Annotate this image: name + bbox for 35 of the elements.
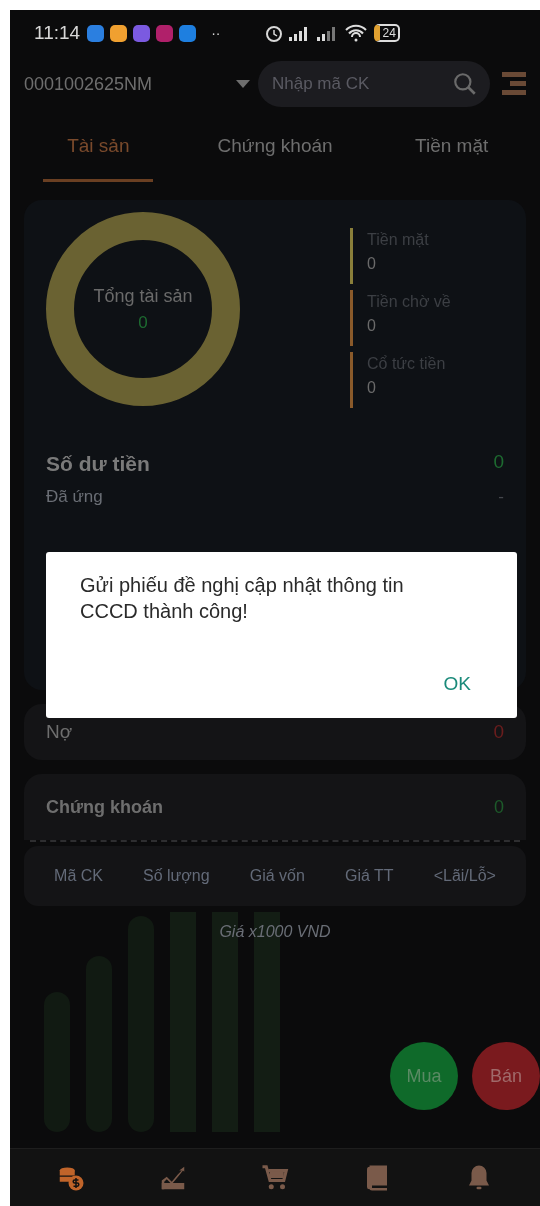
- wifi-icon: [344, 24, 369, 42]
- total-assets-value: 0: [138, 311, 148, 334]
- alarm-icon: [264, 23, 285, 43]
- securities-label: Chứng khoán: [46, 795, 164, 819]
- ok-button[interactable]: OK: [431, 665, 483, 702]
- search-icon[interactable]: [452, 71, 478, 97]
- more-notifications: ··: [211, 23, 221, 43]
- battery-indicator: 24: [374, 24, 400, 42]
- tab[interactable]: Tài sản: [10, 126, 187, 190]
- legend-value: 0: [367, 378, 377, 398]
- tab[interactable]: Chứng khoán: [186, 126, 364, 190]
- column-header: Giá TT: [344, 866, 394, 886]
- balance-value: 0: [493, 450, 504, 474]
- debt-value: 0: [493, 719, 504, 744]
- column-header: Mã CK: [54, 866, 103, 886]
- advance-value: -: [498, 485, 504, 508]
- column-header: <Lãi/Lỗ>: [433, 865, 496, 886]
- caret-icon[interactable]: [236, 80, 250, 88]
- debt-label: Nợ: [46, 719, 73, 744]
- search-field[interactable]: Nhập mã CK: [258, 61, 490, 107]
- advance-label: Đã ứng: [46, 485, 103, 508]
- sell-button[interactable]: Bán: [472, 1042, 540, 1110]
- menu-icon[interactable]: [502, 70, 526, 98]
- legend-value: 0: [367, 316, 377, 336]
- securities-value: 0: [494, 795, 504, 819]
- legend-value: 0: [367, 254, 377, 274]
- column-header: Số lượng: [143, 866, 210, 886]
- balance-label: Số dư tiền: [46, 451, 150, 477]
- tab[interactable]: Tiền mặt: [363, 126, 540, 190]
- column-header: Giá vốn: [249, 866, 305, 886]
- status-time: 11:14: [34, 20, 81, 45]
- dialog-message: Gửi phiếu đề nghị cập nhật thông tin CCCD thành công!: [80, 573, 405, 624]
- account-number[interactable]: 0001002625NM: [24, 70, 236, 98]
- price-unit-note: Giá x1000 VND: [219, 922, 331, 942]
- total-assets-label: Tổng tài sản: [93, 284, 193, 308]
